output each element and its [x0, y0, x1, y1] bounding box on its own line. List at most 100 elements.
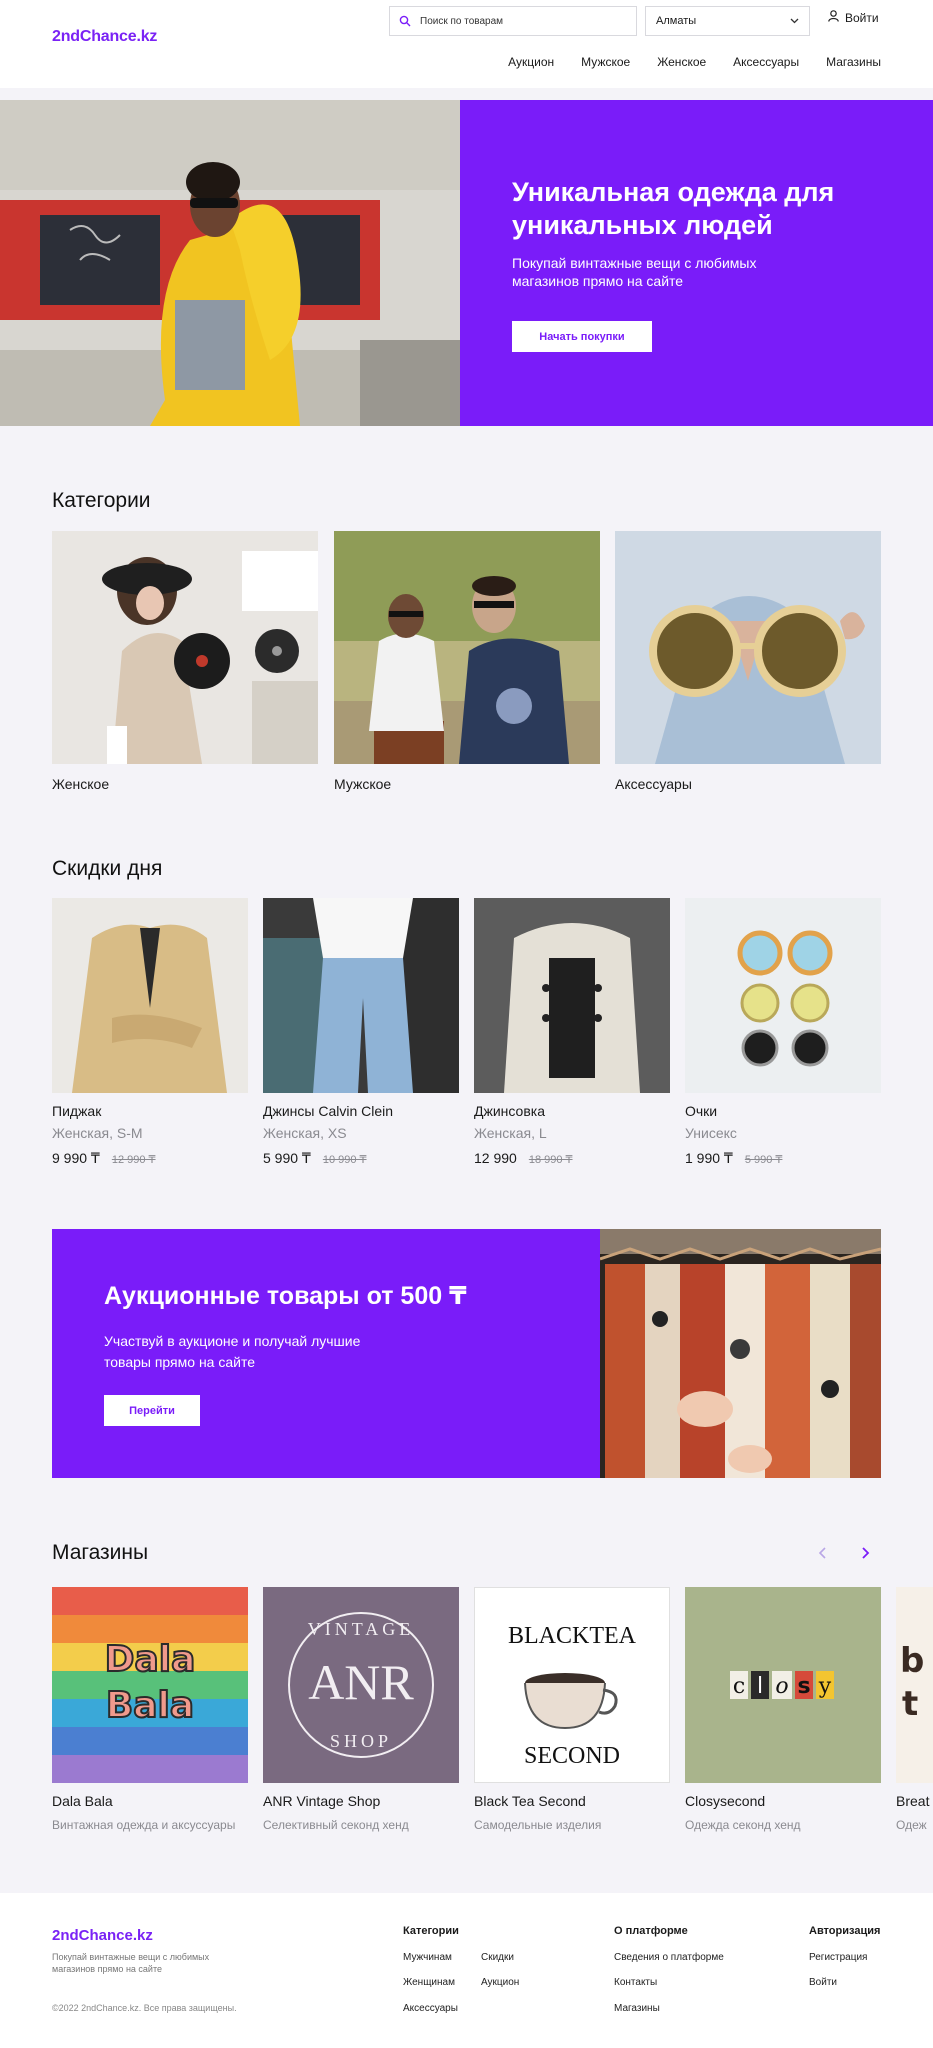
hero-panel: Уникальная одежда для уникальных людей П… — [460, 100, 933, 426]
price-old: 5 990 ₸ — [744, 1154, 783, 1166]
product-price: 9 990 ₸ 12 990 ₸ — [52, 1150, 156, 1167]
category-card-women[interactable] — [52, 531, 318, 764]
svg-text:l: l — [757, 1674, 763, 1699]
product-name[interactable]: Пиджак — [52, 1103, 101, 1119]
search-box[interactable] — [389, 6, 637, 36]
svg-text:SECOND: SECOND — [524, 1743, 620, 1769]
footer-link[interactable]: Мужчинам — [403, 1952, 452, 1963]
login-button[interactable]: Войти — [828, 10, 879, 25]
product-image[interactable] — [263, 898, 459, 1093]
footer-link[interactable]: Войти — [809, 1977, 837, 1988]
svg-text:b: b — [900, 1641, 924, 1681]
footer-tagline: Покупай винтажные вещи с любимых магазин… — [52, 1952, 210, 1974]
city-select[interactable]: Алматы — [645, 6, 810, 36]
product-subtitle: Женская, S-M — [52, 1125, 143, 1141]
nav-women[interactable]: Женское — [657, 55, 706, 69]
shop-name[interactable]: Closysecond — [685, 1793, 765, 1809]
product-image[interactable] — [474, 898, 670, 1093]
shop-logo-closy[interactable]: c l o s y — [685, 1587, 881, 1783]
nav-men[interactable]: Мужское — [581, 55, 630, 69]
auction-go-button[interactable]: Перейти — [104, 1395, 200, 1426]
nav-shops[interactable]: Магазины — [826, 55, 881, 69]
footer-link[interactable]: Сведения о платформе — [614, 1952, 724, 1963]
product-subtitle: Унисекс — [685, 1125, 737, 1141]
svg-text:ANR: ANR — [308, 1654, 414, 1710]
price-current: 12 990 — [474, 1150, 517, 1166]
city-label: Алматы — [656, 15, 697, 27]
start-shopping-button[interactable]: Начать покупки — [512, 321, 652, 352]
main-nav: Аукцион Мужское Женское Аксессуары Магаз… — [508, 55, 881, 69]
category-card-accessories[interactable] — [615, 531, 881, 764]
shop-name[interactable]: Dala Bala — [52, 1793, 113, 1809]
footer-logo[interactable]: 2ndChance.kz — [52, 1927, 153, 1944]
shop-logo-blacktea[interactable]: BLACKTEA SECOND — [474, 1587, 670, 1783]
chevron-left-icon — [818, 1547, 826, 1559]
hero-image — [0, 100, 460, 426]
carousel-next-button[interactable] — [857, 1545, 873, 1566]
product-image[interactable] — [685, 898, 881, 1093]
site-logo[interactable]: 2ndChance.kz — [52, 28, 157, 46]
login-label: Войти — [845, 10, 879, 25]
product-price: 1 990 ₸ 5 990 ₸ — [685, 1150, 782, 1167]
svg-text:y: y — [818, 1674, 832, 1699]
svg-text:s: s — [797, 1674, 810, 1699]
site-header: 2ndChance.kz Алматы Войти Аукцион Мужско… — [0, 0, 933, 88]
shop-logo-anr[interactable]: VINTAGE ANR SHOP — [263, 1587, 459, 1783]
category-label[interactable]: Аксессуары — [615, 776, 692, 792]
category-label[interactable]: Женское — [52, 776, 109, 792]
auction-image — [600, 1229, 881, 1478]
product-subtitle: Женская, L — [474, 1125, 547, 1141]
chevron-down-icon — [790, 15, 799, 27]
category-label[interactable]: Мужское — [334, 776, 391, 792]
price-old: 18 990 ₸ — [528, 1154, 573, 1166]
footer-link[interactable]: Скидки — [481, 1952, 514, 1963]
shop-name[interactable]: Breat — [896, 1793, 933, 1809]
nav-auction[interactable]: Аукцион — [508, 55, 554, 69]
footer-link[interactable]: Магазины — [614, 2003, 660, 2014]
auction-banner: Аукционные товары от 500 ₸ Участвуй в ау… — [52, 1229, 600, 1478]
footer-link[interactable]: Аксессуары — [403, 2003, 458, 2014]
product-name[interactable]: Джинсы Calvin Clein — [263, 1103, 393, 1119]
price-current: 9 990 ₸ — [52, 1150, 100, 1166]
product-image[interactable] — [52, 898, 248, 1093]
site-footer: 2ndChance.kz Покупай винтажные вещи с лю… — [0, 1893, 933, 2048]
search-input[interactable] — [420, 15, 620, 27]
shop-description: Одежда секонд хенд — [685, 1818, 801, 1832]
product-name[interactable]: Джинсовка — [474, 1103, 545, 1119]
shops-title: Магазины — [52, 1541, 149, 1564]
svg-text:o: o — [775, 1674, 788, 1699]
footer-link[interactable]: Женщинам — [403, 1977, 455, 1988]
categories-title: Категории — [52, 489, 151, 512]
chevron-right-icon — [862, 1547, 870, 1559]
product-price: 12 990 18 990 ₸ — [474, 1150, 573, 1166]
product-name[interactable]: Очки — [685, 1103, 717, 1119]
svg-text:SHOP: SHOP — [330, 1731, 392, 1751]
footer-link[interactable]: Аукцион — [481, 1977, 519, 1988]
footer-copyright: ©2022 2ndChance.kz. Все права защищены. — [52, 2003, 237, 2013]
shop-name[interactable]: ANR Vintage Shop — [263, 1793, 380, 1809]
deals-title: Скидки дня — [52, 857, 163, 880]
shop-logo-dala-bala[interactable]: Dala Bala — [52, 1587, 248, 1783]
footer-col-title: Категории — [403, 1925, 459, 1937]
nav-accessories[interactable]: Аксессуары — [733, 55, 799, 69]
shop-description: Селективный секонд хенд — [263, 1818, 409, 1832]
product-subtitle: Женская, XS — [263, 1125, 347, 1141]
shop-description: Одеж — [896, 1818, 927, 1832]
carousel-prev-button[interactable] — [815, 1545, 831, 1566]
svg-text:BLACKTEA: BLACKTEA — [508, 1623, 637, 1649]
footer-col-title: О платформе — [614, 1925, 688, 1937]
price-old: 12 990 ₸ — [111, 1154, 156, 1166]
svg-text:VINTAGE: VINTAGE — [308, 1619, 415, 1639]
footer-link[interactable]: Контакты — [614, 1977, 657, 1988]
category-card-men[interactable] — [334, 531, 600, 764]
product-price: 5 990 ₸ 10 990 ₸ — [263, 1150, 367, 1167]
footer-link[interactable]: Регистрация — [809, 1952, 867, 1963]
svg-text:Bala: Bala — [106, 1685, 194, 1726]
search-icon — [390, 15, 420, 27]
price-old: 10 990 ₸ — [322, 1154, 367, 1166]
svg-text:t: t — [902, 1684, 918, 1724]
shop-name[interactable]: Black Tea Second — [474, 1793, 586, 1809]
price-current: 1 990 ₸ — [685, 1150, 733, 1166]
shop-logo-breat[interactable]: b t — [896, 1587, 933, 1783]
svg-text:c: c — [733, 1674, 745, 1699]
